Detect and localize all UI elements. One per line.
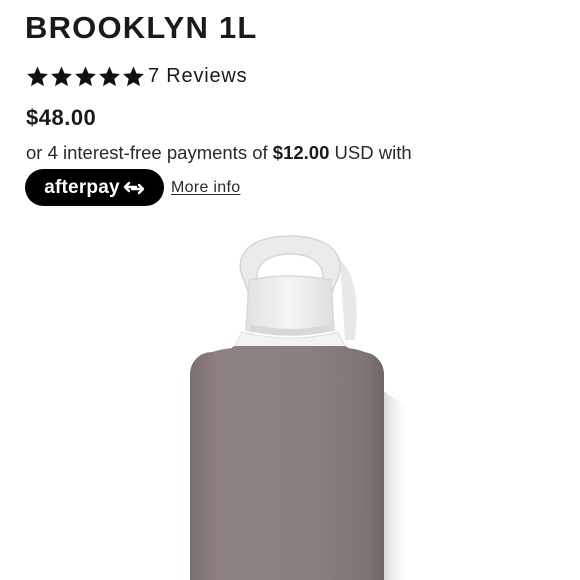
product-page: BROOKLYN 1L 7 Reviews $48.00 or 4 intere… bbox=[0, 0, 580, 580]
star-icon bbox=[51, 65, 72, 86]
afterpay-logo-badge[interactable]: afterpay bbox=[25, 169, 164, 206]
afterpay-logo-text: afterpay bbox=[44, 177, 120, 198]
installment-message: or 4 interest-free payments of $12.00 US… bbox=[26, 140, 412, 166]
installment-prefix: or 4 interest-free payments of bbox=[26, 142, 268, 163]
star-icon bbox=[75, 65, 96, 86]
bottle-body bbox=[190, 352, 384, 580]
product-image-water-bottle bbox=[190, 235, 412, 580]
afterpay-arrows-icon bbox=[123, 181, 144, 194]
afterpay-row: afterpay More info bbox=[25, 169, 240, 206]
product-price: $48.00 bbox=[26, 105, 97, 130]
installment-amount: $12.00 bbox=[272, 142, 330, 163]
star-icon bbox=[99, 65, 120, 86]
installment-suffix: with bbox=[378, 142, 412, 163]
more-info-link[interactable]: More info bbox=[171, 179, 240, 197]
installment-currency: USD bbox=[334, 142, 374, 163]
star-rating bbox=[26, 65, 145, 88]
loop-shadow bbox=[340, 260, 357, 340]
bottle-shadow bbox=[382, 390, 412, 580]
reviews-link[interactable]: 7 Reviews bbox=[148, 62, 247, 90]
star-icon bbox=[123, 65, 144, 86]
product-title: BROOKLYN 1L bbox=[25, 10, 258, 45]
rating-row[interactable]: 7 Reviews bbox=[26, 62, 247, 90]
star-icon bbox=[27, 65, 48, 86]
